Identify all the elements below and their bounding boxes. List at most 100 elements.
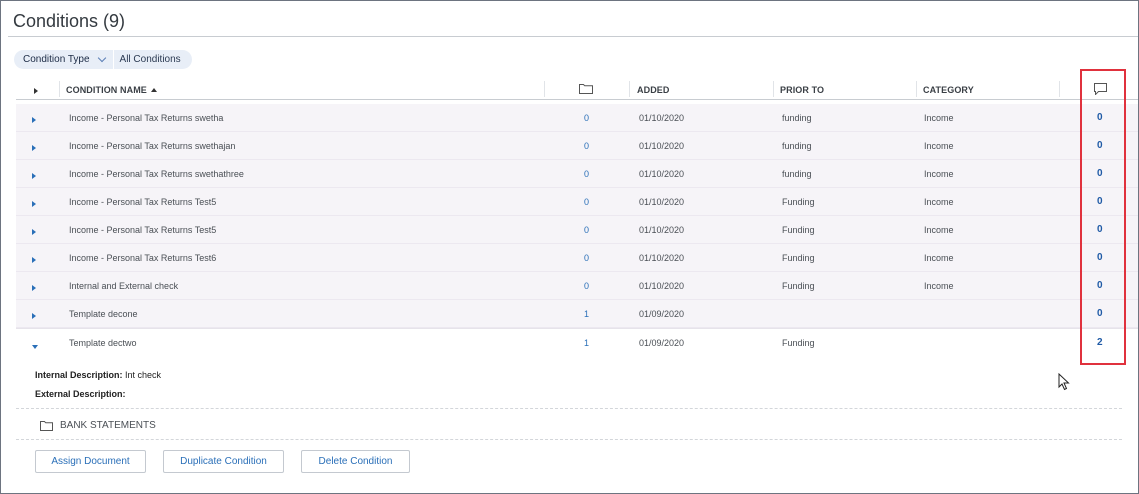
title-divider (8, 36, 1138, 37)
column-divider (59, 81, 60, 97)
dashed-divider (16, 408, 1122, 409)
expand-arrow-icon (32, 173, 36, 179)
table-row[interactable]: Income - Personal Tax Returns swethathre… (16, 160, 1138, 188)
expand-row-toggle[interactable] (32, 199, 36, 209)
prior-to: funding (782, 113, 812, 123)
expand-row-toggle[interactable] (32, 227, 36, 237)
column-header-added[interactable]: ADDED (637, 85, 670, 95)
column-divider (916, 81, 917, 97)
table-row[interactable]: Internal and External check 0 01/10/2020… (16, 272, 1138, 300)
added-date: 01/10/2020 (639, 197, 685, 207)
condition-name[interactable]: Income - Personal Tax Returns swethajan (69, 141, 235, 151)
condition-name[interactable]: Income - Personal Tax Returns swetha (69, 113, 223, 123)
expand-arrow-icon (32, 313, 36, 319)
expand-arrow-icon (34, 88, 38, 94)
prior-to: Funding (782, 253, 815, 263)
page-title: Conditions (9) (13, 11, 126, 31)
added-date: 01/10/2020 (639, 141, 685, 151)
expand-arrow-icon (32, 145, 36, 151)
document-folder[interactable]: BANK STATEMENTS (40, 420, 156, 431)
column-header-category[interactable]: CATEGORY (923, 85, 974, 95)
added-date: 01/09/2020 (639, 309, 685, 319)
added-date: 01/10/2020 (639, 225, 685, 235)
expand-arrow-icon (32, 229, 36, 235)
added-date: 01/10/2020 (639, 169, 685, 179)
expand-row-toggle[interactable] (32, 115, 36, 125)
table-row[interactable]: Income - Personal Tax Returns swetha 0 0… (16, 104, 1138, 132)
category: Income (924, 225, 954, 235)
document-count[interactable]: 0 (584, 141, 589, 151)
expand-all-toggle[interactable] (34, 86, 38, 96)
expand-row-toggle[interactable] (32, 143, 36, 153)
column-header-documents[interactable] (579, 83, 593, 96)
document-count[interactable]: 0 (584, 197, 589, 207)
category: Income (924, 197, 954, 207)
internal-description: Internal Description: Int check (35, 370, 161, 380)
document-count[interactable]: 1 (584, 338, 589, 348)
external-description: External Description: (35, 389, 126, 399)
prior-to: Funding (782, 338, 815, 348)
document-count[interactable]: 0 (584, 169, 589, 179)
condition-name[interactable]: Template dectwo (69, 338, 137, 348)
column-header-prior-to[interactable]: PRIOR TO (780, 85, 824, 95)
added-date: 01/10/2020 (639, 113, 685, 123)
document-count[interactable]: 0 (584, 253, 589, 263)
category: Income (924, 113, 954, 123)
table-row[interactable]: Income - Personal Tax Returns swethajan … (16, 132, 1138, 160)
chevron-down-icon[interactable] (97, 53, 106, 62)
document-count[interactable]: 0 (584, 281, 589, 291)
category: Income (924, 141, 954, 151)
condition-name[interactable]: Income - Personal Tax Returns Test5 (69, 197, 216, 207)
column-divider (773, 81, 774, 97)
expand-row-toggle[interactable] (32, 255, 36, 265)
prior-to: Funding (782, 225, 815, 235)
document-count[interactable]: 0 (584, 225, 589, 235)
column-divider (544, 81, 545, 97)
internal-description-label: Internal Description: (35, 370, 123, 380)
category: Income (924, 169, 954, 179)
expand-row-toggle[interactable] (32, 171, 36, 181)
added-date: 01/10/2020 (639, 253, 685, 263)
condition-type-filter[interactable]: Condition Type All Conditions (14, 50, 192, 69)
document-count[interactable]: 0 (584, 113, 589, 123)
expand-row-toggle[interactable] (32, 311, 36, 321)
condition-name[interactable]: Income - Personal Tax Returns Test5 (69, 225, 216, 235)
condition-name-header-label: CONDITION NAME (66, 85, 147, 95)
expand-row-toggle[interactable] (32, 283, 36, 293)
filter-value-label[interactable]: All Conditions (114, 54, 181, 65)
condition-name[interactable]: Internal and External check (69, 281, 178, 291)
external-description-label: External Description: (35, 389, 126, 399)
dashed-divider (16, 439, 1122, 440)
prior-to: Funding (782, 197, 815, 207)
mouse-cursor-icon (1058, 373, 1070, 391)
duplicate-condition-button[interactable]: Duplicate Condition (163, 450, 284, 473)
column-divider (629, 81, 630, 97)
table-row-expanded[interactable]: Template dectwo 1 01/09/2020 Funding 2 (16, 328, 1138, 356)
table-header: CONDITION NAME ADDED PRIOR TO CATEGORY (16, 79, 1138, 100)
delete-condition-button[interactable]: Delete Condition (301, 450, 410, 473)
prior-to: Funding (782, 281, 815, 291)
condition-name[interactable]: Income - Personal Tax Returns Test6 (69, 253, 216, 263)
condition-name[interactable]: Template decone (69, 309, 138, 319)
prior-to: funding (782, 169, 812, 179)
added-date: 01/10/2020 (639, 281, 685, 291)
category: Income (924, 281, 954, 291)
assign-document-button[interactable]: Assign Document (35, 450, 146, 473)
folder-icon (40, 420, 53, 431)
expand-arrow-icon (32, 257, 36, 263)
folder-icon (579, 84, 593, 94)
sort-ascending-icon (150, 88, 157, 92)
table-row[interactable]: Income - Personal Tax Returns Test6 0 01… (16, 244, 1138, 272)
collapse-row-toggle[interactable] (32, 341, 38, 351)
expand-arrow-icon (32, 285, 36, 291)
column-divider (1059, 81, 1060, 97)
condition-name[interactable]: Income - Personal Tax Returns swethathre… (69, 169, 244, 179)
document-count[interactable]: 1 (584, 309, 589, 319)
table-row[interactable]: Income - Personal Tax Returns Test5 0 01… (16, 188, 1138, 216)
column-header-condition-name[interactable]: CONDITION NAME (66, 85, 157, 95)
table-row[interactable]: Income - Personal Tax Returns Test5 0 01… (16, 216, 1138, 244)
added-date: 01/09/2020 (639, 338, 685, 348)
table-row[interactable]: Template decone 1 01/09/2020 0 (16, 300, 1138, 328)
prior-to: funding (782, 141, 812, 151)
comments-column-highlight (1080, 69, 1126, 365)
